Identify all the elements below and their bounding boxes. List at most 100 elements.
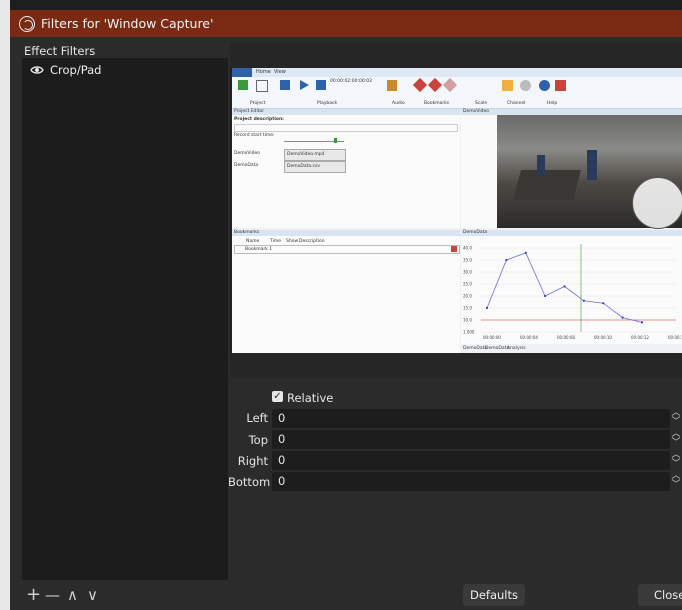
chart-series-line	[486, 252, 643, 323]
obs-logo-icon	[19, 15, 35, 32]
preview-bm-col-name: Name	[246, 239, 260, 244]
preview-add-icon	[412, 77, 428, 93]
preview-group-bookmarks: Bookmarks	[424, 101, 450, 106]
preview-report-icon	[555, 80, 566, 91]
filter-item-crop-pad[interactable]: Crop/Pad	[22, 60, 228, 80]
chart-y-tick: 1.000	[463, 330, 475, 335]
preview-file-tab	[232, 68, 252, 77]
chart-y-tick: 25.0	[463, 282, 472, 287]
preview-chart-tab-3: Analysis	[507, 346, 526, 351]
source-preview: Home View 00:00:02:00:00:02 Project Play…	[232, 68, 682, 353]
preview-chart-tabs: DemoData DemoData Analysis	[461, 344, 682, 353]
chart-point	[505, 258, 508, 262]
preview-add-file-icon	[238, 80, 248, 90]
add-filter-button[interactable]: +	[26, 584, 41, 605]
right-label: Right	[237, 454, 268, 468]
move-up-button[interactable]: ∧	[67, 586, 78, 604]
preview-bm-col-show: Show	[286, 239, 299, 244]
eye-icon[interactable]	[30, 63, 44, 77]
chart-x-tick: 00:00:04	[520, 335, 538, 340]
effect-filters-label: Effect Filters	[24, 44, 96, 58]
chart-y-tick: 40.0	[463, 246, 472, 251]
preview-video-frame	[497, 115, 682, 229]
chart-y-tick: 30.0	[463, 270, 472, 275]
defaults-button[interactable]: Defaults	[463, 584, 525, 606]
preview-group-channel: Channel	[507, 101, 526, 106]
top-label: Top	[248, 433, 268, 447]
chart-point	[582, 299, 585, 302]
preview-bm-row: Bookmark 1	[234, 245, 460, 254]
preview-bm-delete-icon	[451, 246, 457, 252]
preview-chart-tab-2: DemoData	[485, 346, 510, 351]
left-input[interactable]: 0	[272, 409, 670, 428]
preview-project-description: Project description:	[234, 117, 284, 122]
preview-chart: 40.0 35.0 30.0 25.0 20.0 15.0 10.0 1.000 00:00:0…	[463, 244, 682, 340]
bottom-label: Bottom	[228, 475, 271, 489]
preview-bottom-margin	[230, 353, 682, 378]
preview-timecode: 00:00:02:00:00:02	[330, 79, 372, 84]
chart-x-tick: 00:00:14	[668, 335, 682, 340]
filters-list[interactable]: Crop/Pad	[22, 58, 228, 580]
bottom-spinner[interactable]: ︿ ﹀	[670, 472, 682, 491]
preview-project-editor: Project description: Record start time: …	[232, 115, 460, 228]
preview-bm-col-time: Time	[270, 239, 282, 244]
preview-data-clip-label: DemoData.csv	[287, 164, 321, 169]
preview-group-help: Help	[547, 101, 558, 106]
top-input[interactable]: 0	[272, 430, 670, 449]
background-window-edge	[0, 0, 10, 610]
preview-ribbon-tabs: Home View	[232, 68, 682, 77]
preview-video-panel	[461, 115, 682, 229]
preview-bookmarks-panel: Name Time Show Description Bookmark 1	[232, 236, 460, 353]
preview-record-start: Record start time:	[234, 133, 275, 138]
preview-row-data: DemoData	[234, 163, 259, 168]
preview-help-icon	[539, 80, 550, 91]
close-button[interactable]: Close	[638, 584, 682, 606]
preview-video-worker-2	[537, 155, 545, 175]
chart-x-tick: 00:00:00	[483, 335, 501, 340]
chart-x-tick: 00:00:12	[631, 335, 649, 340]
preview-tab-view: View	[274, 69, 286, 75]
preview-play-icon	[300, 80, 309, 90]
preview-chart-panel: 40.0 35.0 30.0 25.0 20.0 15.0 10.0 1.000 00:00:0…	[461, 236, 682, 353]
preview-video-clip: DemoVideo.mp4	[284, 149, 346, 161]
preview-delete-icon	[442, 77, 458, 93]
relative-checkbox[interactable]: ✓	[272, 391, 283, 402]
preview-group-audio: Audio	[392, 101, 405, 106]
chart-point	[544, 294, 547, 298]
preview-analysis-icon	[502, 80, 513, 91]
title-bar: Filters for 'Window Capture'	[10, 10, 682, 37]
preview-tab-home: Home	[256, 69, 271, 75]
preview-previous-icon	[280, 80, 290, 90]
preview-next-icon	[316, 80, 326, 90]
remove-filter-button[interactable]: —	[45, 586, 60, 604]
bottom-input[interactable]: 0	[272, 472, 670, 491]
top-spinner[interactable]: ︿ ﹀	[670, 430, 682, 449]
chart-point	[602, 302, 605, 305]
move-down-button[interactable]: ∨	[87, 586, 98, 604]
preview-video-worker	[587, 150, 597, 180]
preview-group-playback: Playback	[317, 101, 338, 106]
preview-sources-icon	[387, 80, 397, 91]
preview-description-box	[234, 124, 458, 132]
chart-y-tick: 15.0	[463, 306, 472, 311]
left-spinner[interactable]: ︿ ﹀	[670, 409, 682, 428]
preview-data-clip: DemoData.csv	[284, 161, 346, 173]
preview-video-gauge	[632, 177, 682, 229]
right-input[interactable]: 0	[272, 451, 670, 470]
right-spinner[interactable]: ︿ ﹀	[670, 451, 682, 470]
preview-row-video: DemoVideo	[234, 151, 260, 156]
chart-point	[524, 251, 527, 254]
chart-y-tick: 10.0	[463, 318, 472, 323]
preview-chart-tab-1: DemoData	[463, 346, 488, 351]
filter-item-label: Crop/Pad	[50, 63, 102, 77]
preview-options-icon	[520, 80, 531, 91]
preview-bm-row-name: Bookmark 1	[245, 247, 273, 252]
preview-bm-col-description: Description	[299, 239, 325, 244]
preview-timeline-marker	[334, 138, 337, 143]
relative-label: Relative	[287, 391, 334, 405]
preview-channel-icon	[256, 80, 268, 92]
preview-add-bookmark-icon	[427, 77, 443, 93]
preview-video-clip-label: DemoVideo.mp4	[287, 152, 325, 157]
preview-group-scale: Scale	[475, 101, 488, 106]
chart-y-tick: 35.0	[463, 258, 472, 263]
